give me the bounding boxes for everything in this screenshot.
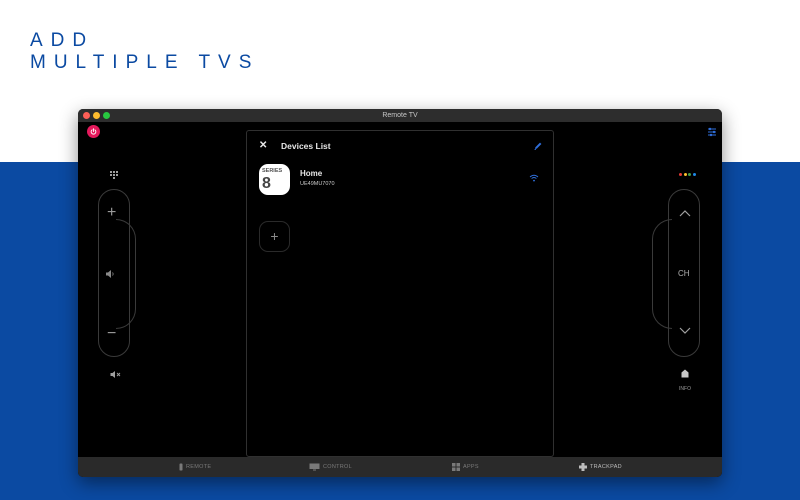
series-logo-word: SERIES (262, 168, 283, 174)
info-label: INFO (679, 386, 691, 392)
pencil-icon[interactable] (533, 141, 543, 151)
tab-label: REMOTE (186, 463, 212, 470)
mute-icon[interactable] (110, 370, 121, 379)
channel-down-chevron-icon[interactable] (679, 327, 691, 335)
volume-up-button[interactable]: + (107, 205, 116, 221)
info-home-icon[interactable] (681, 369, 689, 378)
bottom-tab-bar: REMOTE CONTROL APPS TRACKPAD (78, 457, 722, 477)
color-buttons-icon[interactable] (679, 173, 696, 176)
series-logo-number: 8 (262, 175, 271, 192)
tab-remote[interactable]: REMOTE (179, 457, 211, 477)
tab-label: TRACKPAD (590, 463, 622, 470)
window-title: Remote TV (382, 112, 418, 119)
tab-apps[interactable]: APPS (452, 457, 479, 477)
apps-grid-icon (452, 463, 460, 471)
headline-line-1: ADD (30, 30, 95, 51)
blue-dot (692, 173, 696, 176)
wifi-icon (529, 174, 539, 182)
device-row[interactable]: SERIES 8 Home UE49MU7070 (259, 164, 543, 198)
add-device-button[interactable]: + (259, 221, 290, 252)
app-window: Remote TV + − CH INFO ✕ Devices List SER… (78, 109, 722, 477)
volume-down-button[interactable]: − (107, 326, 116, 342)
monitor-icon (309, 463, 320, 471)
keypad-grid-icon[interactable] (110, 171, 118, 179)
tab-label: CONTROL (323, 463, 352, 470)
channel-up-chevron-icon[interactable] (679, 209, 691, 217)
headline-line-2: MULTIPLE TVS (30, 52, 260, 73)
panel-title: Devices List (281, 141, 331, 151)
green-dot (688, 173, 691, 176)
speaker-icon (106, 270, 114, 278)
power-icon (90, 128, 97, 135)
tab-label: APPS (463, 463, 479, 470)
red-dot (679, 173, 682, 176)
title-bar: Remote TV (78, 109, 722, 122)
yellow-dot (683, 173, 687, 176)
series-8-logo: SERIES 8 (259, 164, 290, 195)
remote-icon (179, 463, 183, 471)
headline: ADD MULTIPLE TVS (30, 30, 259, 74)
trackpad-icon (579, 463, 587, 471)
channel-label: CH (678, 269, 690, 278)
power-button[interactable] (87, 125, 100, 138)
device-model: UE49MU7070 (300, 181, 335, 187)
tab-trackpad[interactable]: TRACKPAD (579, 457, 622, 477)
tab-control[interactable]: CONTROL (309, 457, 352, 477)
close-panel-button[interactable]: ✕ (259, 140, 267, 152)
devices-list-panel: ✕ Devices List SERIES 8 Home UE49MU7070 … (246, 130, 554, 457)
settings-sliders-icon[interactable] (707, 127, 717, 137)
device-name: Home (300, 169, 323, 178)
